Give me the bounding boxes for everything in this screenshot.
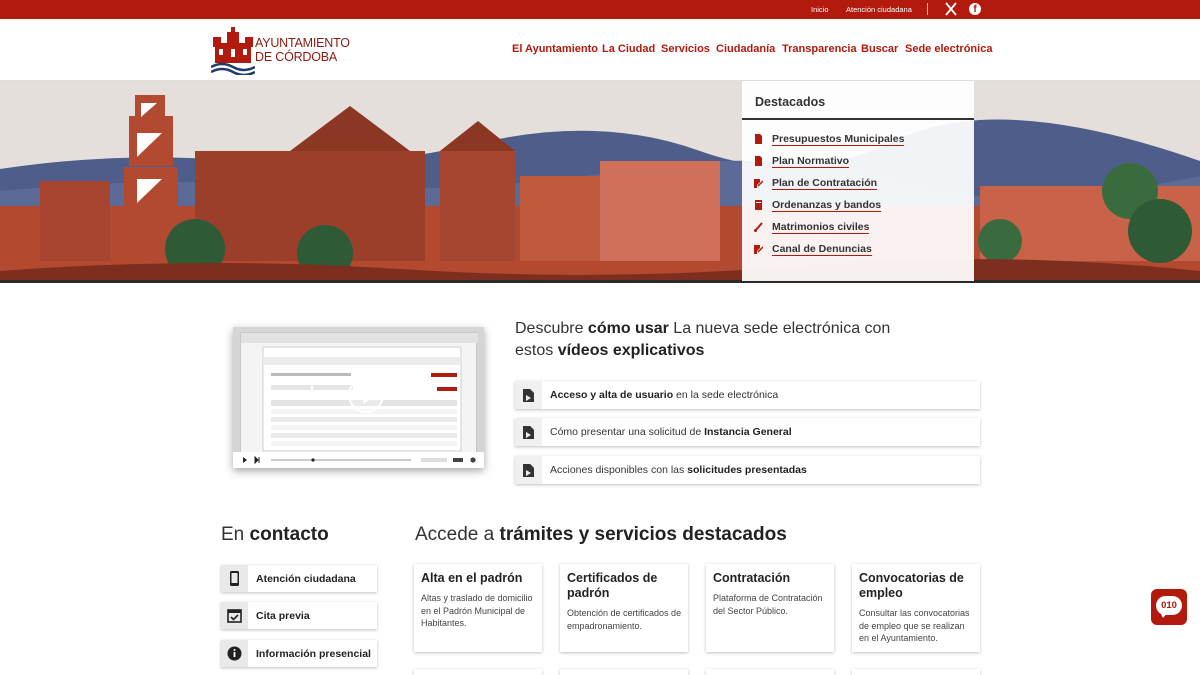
nav-servicios[interactable]: Servicios <box>661 43 710 55</box>
destacado-plan-normativo[interactable]: Plan Normativo <box>754 153 850 169</box>
service-card-next[interactable] <box>560 669 688 675</box>
hero-banner <box>0 81 1200 283</box>
edit-document-icon <box>754 179 763 188</box>
video-item-text: Acceso y alta de usuario en la sede elec… <box>550 389 779 401</box>
video-section-heading: Descubre cómo usar La nueva sede electró… <box>515 318 895 361</box>
phone-icon <box>221 565 248 592</box>
service-card-desc: Altas y traslado de domicilio en el Padr… <box>421 593 533 628</box>
service-card-desc: Obtención de certificados de empadronami… <box>567 608 682 631</box>
service-card-desc: Plataforma de Contratación del Sector Pú… <box>713 593 823 616</box>
contact-cita-previa[interactable]: Cita previa <box>221 602 377 629</box>
info-icon <box>221 640 248 667</box>
nav-el-ayuntamiento[interactable]: El Ayuntamiento <box>512 43 598 55</box>
contact-label: Información presencial <box>256 648 371 660</box>
video-file-icon <box>515 418 542 446</box>
top-bar: Inicio Atención ciudadana f <box>0 0 1200 19</box>
destacados-panel: Destacados Presupuestos Municipales Plan… <box>742 81 974 281</box>
nav-transparencia[interactable]: Transparencia <box>782 43 857 55</box>
destacado-label: Plan Normativo <box>772 154 850 168</box>
destacado-label: Ordenanzas y bandos <box>772 198 882 212</box>
destacado-plan-contratacion[interactable]: Plan de Contratación <box>754 175 878 191</box>
play-icon[interactable] <box>348 377 384 413</box>
video-item-text: Acciones disponibles con las solicitudes… <box>550 464 807 476</box>
service-card-title: Alta en el padrón <box>421 571 523 585</box>
destacado-label: Presupuestos Municipales <box>772 132 905 146</box>
service-card-title: Contratación <box>713 571 791 585</box>
logo-line-1: AYUNTAMIENTO <box>255 36 350 50</box>
title-text: Accede a <box>415 524 500 545</box>
cordoba-logo-emblem-icon <box>210 27 256 77</box>
title-bold: contacto <box>249 524 329 545</box>
video-controls-bar <box>243 455 476 465</box>
destacados-divider <box>742 118 974 120</box>
service-card-contratacion[interactable]: Contratación Plataforma de Contratación … <box>706 564 834 652</box>
service-card-title: Certificados de padrón <box>567 571 658 600</box>
video-item-text: Cómo presentar una solicitud de Instanci… <box>550 426 792 438</box>
destacado-presupuestos[interactable]: Presupuestos Municipales <box>754 131 905 147</box>
site-header: AYUNTAMIENTO DE CÓRDOBA El Ayuntamiento … <box>0 19 1200 81</box>
document-icon <box>755 134 762 144</box>
title-text: En <box>221 524 250 545</box>
service-card-next[interactable] <box>414 669 542 675</box>
destacado-matrimonios[interactable]: Matrimonios civiles <box>754 219 870 235</box>
service-card-convocatorias[interactable]: Convocatorias de empleo Consultar las co… <box>852 564 980 652</box>
heading-bold: vídeos explicativos <box>557 341 705 359</box>
book-icon <box>755 200 762 210</box>
video-file-icon <box>515 381 542 409</box>
edit-document-icon <box>754 245 763 254</box>
destacado-label: Plan de Contratación <box>772 176 878 190</box>
heading-bold: cómo usar <box>587 320 669 337</box>
chat-bubble-icon: 010 <box>1156 596 1182 618</box>
video-item-acceso[interactable]: Acceso y alta de usuario en la sede elec… <box>515 381 980 409</box>
nav-la-ciudad[interactable]: La Ciudad <box>602 43 655 55</box>
video-player[interactable] <box>233 327 484 468</box>
video-item-acciones[interactable]: Acciones disponibles con las solicitudes… <box>515 456 980 484</box>
contact-title: En contacto <box>221 524 329 546</box>
contact-informacion[interactable]: Información presencial <box>221 640 377 667</box>
document-icon <box>755 156 762 166</box>
brush-icon <box>754 222 763 232</box>
service-card-certificados[interactable]: Certificados de padrón Obtención de cert… <box>560 564 688 652</box>
video-preview <box>240 332 478 453</box>
video-controls <box>233 452 484 468</box>
service-card-next[interactable] <box>706 669 834 675</box>
service-card-alta-padron[interactable]: Alta en el padrón Altas y traslado de do… <box>414 564 542 652</box>
contact-atencion[interactable]: Atención ciudadana <box>221 565 377 592</box>
video-file-icon <box>515 456 542 484</box>
chat-010-button[interactable]: 010 <box>1151 589 1187 625</box>
destacado-label: Matrimonios civiles <box>772 220 870 234</box>
destacados-title: Destacados <box>755 95 826 109</box>
destacado-label: Canal de Denuncias <box>772 242 872 256</box>
heading-text: Descubre <box>515 320 588 337</box>
nav-buscar[interactable]: Buscar <box>861 43 898 55</box>
calendar-check-icon <box>221 602 248 629</box>
logo[interactable]: AYUNTAMIENTO DE CÓRDOBA <box>210 27 350 77</box>
service-card-next[interactable] <box>852 669 980 675</box>
top-link-atencion[interactable]: Atención ciudadana <box>846 5 912 14</box>
top-divider <box>927 3 928 15</box>
x-icon[interactable] <box>945 2 957 19</box>
services-title: Accede a trámites y servicios destacados <box>415 524 787 546</box>
nav-ciudadania[interactable]: Ciudadanía <box>716 43 775 55</box>
top-link-inicio[interactable]: Inicio <box>811 5 829 14</box>
destacado-canal-denuncias[interactable]: Canal de Denuncias <box>754 241 872 257</box>
title-bold: trámites y servicios destacados <box>499 524 787 545</box>
destacado-ordenanzas[interactable]: Ordenanzas y bandos <box>754 197 882 213</box>
video-item-instancia[interactable]: Cómo presentar una solicitud de Instanci… <box>515 418 980 446</box>
nav-sede-electronica[interactable]: Sede electrónica <box>905 43 992 55</box>
service-card-title: Convocatorias de empleo <box>859 571 964 600</box>
logo-text: AYUNTAMIENTO DE CÓRDOBA <box>255 36 350 64</box>
contact-label: Cita previa <box>256 610 310 622</box>
contact-label: Atención ciudadana <box>256 573 356 585</box>
facebook-icon[interactable]: f <box>969 3 981 15</box>
service-card-desc: Consultar las convocatorias de empleo qu… <box>859 608 970 643</box>
city-skyline-illustration <box>0 81 1200 283</box>
logo-line-2: DE CÓRDOBA <box>255 50 338 64</box>
